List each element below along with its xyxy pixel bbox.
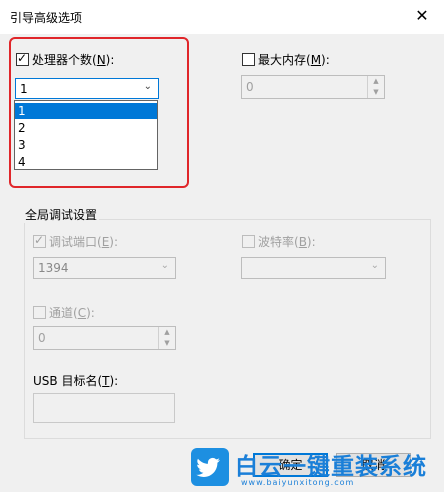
chevron-down-icon[interactable]: ⌄ [371,260,379,271]
usb-target-label-text: USB 目标名( [33,374,103,388]
spin-up-icon[interactable]: ▲ [368,76,384,87]
channel-label-suffix: ): [86,306,95,320]
max-memory-checkbox[interactable] [242,53,255,66]
baud-rate-accel-key: B [298,235,307,249]
usb-target-label: USB 目标名(T): [33,372,118,389]
spin-down-icon[interactable]: ▼ [159,338,175,349]
baud-rate-select[interactable]: ⌄ [241,257,386,279]
max-memory-label-text: 最大内存( [258,53,311,67]
watermark-url: www.baiyunxitong.com [241,478,355,487]
title-bar: 引导高级选项 ✕ [0,0,444,34]
debug-port-label: 调试端口(E): [49,233,118,250]
spinner-buttons: ▲ ▼ [367,76,384,98]
channel-label-text: 通道( [49,306,78,320]
max-memory-accel-key: M [310,53,322,67]
max-memory-spinner[interactable]: 0 ▲ ▼ [241,75,385,99]
max-memory-value: 0 [246,80,254,94]
debug-port-checkbox[interactable] [33,233,46,248]
max-memory-label[interactable]: 最大内存(M): [258,51,330,68]
channel-label: 通道(C): [49,304,95,321]
channel-value: 0 [38,331,46,345]
close-icon[interactable]: ✕ [414,6,430,26]
channel-spinner[interactable]: 0 ▲ ▼ [33,326,176,350]
baud-rate-checkbox[interactable] [242,235,255,248]
spin-up-icon[interactable]: ▲ [159,327,175,338]
spinner-buttons: ▲ ▼ [158,327,175,349]
usb-target-label-suffix: ): [109,374,119,388]
debug-port-label-text: 调试端口( [49,235,102,249]
highlight-annotation-box [9,37,189,188]
boot-advanced-options-dialog: 引导高级选项 ✕ 处理器个数(N): 1 ⌄ 1 2 3 4 最大内存(M): … [0,0,444,492]
watermark: 白云一键重装系统 www.baiyunxitong.com [191,445,444,492]
baud-rate-label: 波特率(B): [258,233,316,250]
window-title: 引导高级选项 [10,11,83,25]
global-debug-settings-title: 全局调试设置 [23,206,100,223]
debug-port-select[interactable]: 1394 ⌄ [33,257,176,279]
channel-accel-key: C [77,306,87,320]
spin-down-icon[interactable]: ▼ [368,87,384,98]
debug-port-value: 1394 [38,261,69,275]
max-memory-label-suffix: ): [321,53,330,67]
channel-checkbox[interactable] [33,306,46,319]
chevron-down-icon[interactable]: ⌄ [161,260,169,271]
twitter-bird-icon [191,448,229,486]
usb-target-input[interactable] [33,393,175,423]
baud-rate-label-text: 波特率( [258,235,299,249]
baud-rate-label-suffix: ): [306,235,316,249]
debug-port-label-suffix: ): [109,235,119,249]
watermark-brand: 白云一键重装系统 [235,454,427,480]
